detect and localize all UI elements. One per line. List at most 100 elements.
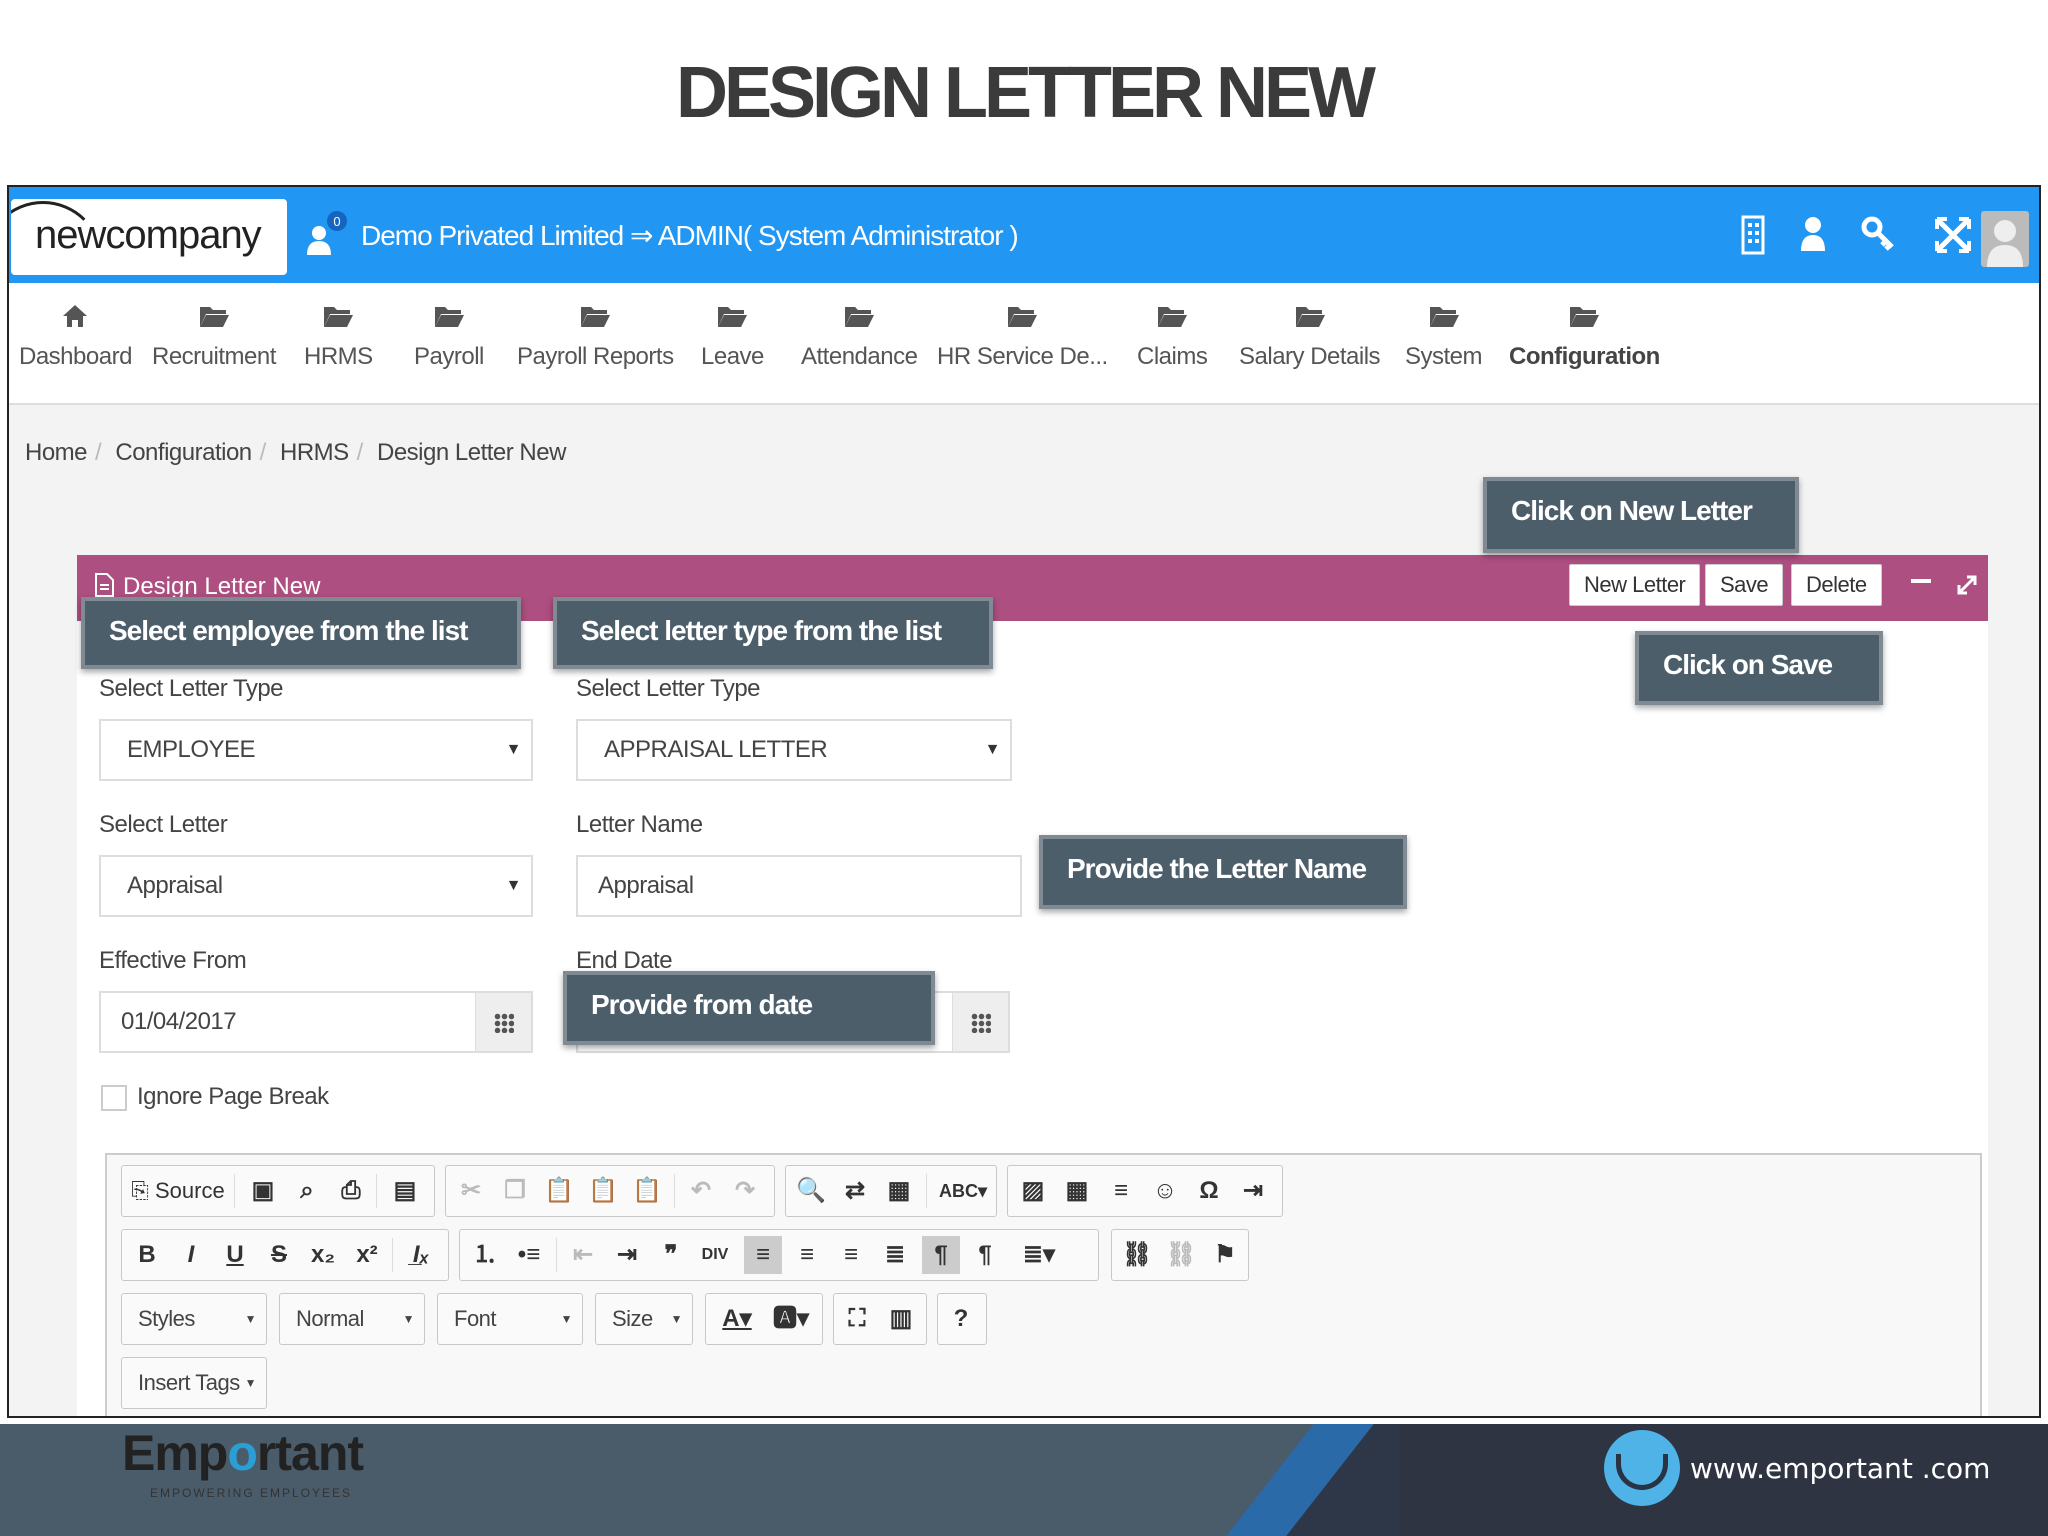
copy-icon[interactable]: ❐ (496, 1172, 534, 1210)
print-icon[interactable]: ⎙ (332, 1172, 370, 1210)
find-icon[interactable]: 🔍 (792, 1172, 830, 1210)
letter-name-label: Letter Name (576, 811, 703, 838)
templates-icon[interactable]: ▤ (386, 1172, 424, 1210)
page-break-icon[interactable]: ⇥ (1234, 1172, 1272, 1210)
paste-word-icon[interactable]: 📋 (628, 1172, 666, 1210)
rtl-icon[interactable]: ¶ (966, 1236, 1004, 1274)
bold-icon[interactable]: B (128, 1236, 166, 1274)
font-dropdown[interactable]: Font ▼ (437, 1293, 583, 1345)
folder-icon (718, 307, 748, 327)
strikethrough-icon[interactable]: S (260, 1236, 298, 1274)
delete-button[interactable]: Delete (1791, 564, 1882, 606)
select-all-icon[interactable]: ▦ (880, 1172, 918, 1210)
ignore-page-break-checkbox[interactable] (101, 1085, 127, 1111)
paste-icon[interactable]: 📋 (540, 1172, 578, 1210)
insert-tags-dropdown[interactable]: Insert Tags ▼ (121, 1357, 267, 1409)
maximize-icon[interactable]: ⛶ (838, 1300, 876, 1338)
breadcrumb-configuration[interactable]: Configuration (115, 439, 252, 466)
outdent-icon[interactable]: ⇤ (564, 1236, 602, 1274)
folder-icon (1008, 307, 1038, 327)
paste-text-icon[interactable]: 📋 (584, 1172, 622, 1210)
anchor-flag-icon[interactable]: ⚑ (1206, 1236, 1244, 1274)
building-icon[interactable] (1729, 211, 1777, 259)
effective-from-input[interactable]: 01/04/2017 (99, 991, 533, 1053)
remove-format-icon[interactable]: I̲ₓ (402, 1236, 440, 1274)
effective-from-label: Effective From (99, 947, 247, 974)
menu-item-dashboard[interactable]: Dashboard (19, 303, 132, 371)
align-left-icon[interactable]: ≡ (744, 1236, 782, 1274)
save-doc-icon[interactable]: ▣ (244, 1172, 282, 1210)
notifications-user-icon[interactable]: 0 (299, 211, 359, 261)
show-blocks-icon[interactable]: ▥ (882, 1300, 920, 1338)
source-button[interactable]: ⎘ Source (128, 1172, 228, 1210)
indent-icon[interactable]: ⇥ (608, 1236, 646, 1274)
menu-item-payroll[interactable]: Payroll (414, 303, 484, 371)
key-icon[interactable] (1854, 211, 1902, 259)
menu-item-payroll-reports[interactable]: Payroll Reports (517, 303, 674, 371)
fullscreen-icon[interactable] (1929, 211, 1977, 259)
ltr-icon[interactable]: ¶ (922, 1236, 960, 1274)
letter-name-input[interactable]: Appraisal (576, 855, 1022, 917)
calendar-icon[interactable] (475, 993, 531, 1051)
ignore-page-break-label: Ignore Page Break (137, 1083, 329, 1110)
align-center-icon[interactable]: ≡ (788, 1236, 826, 1274)
select-letter-label: Select Letter (99, 811, 228, 838)
user-icon[interactable] (1789, 211, 1837, 259)
styles-dropdown[interactable]: Styles ▼ (121, 1293, 267, 1345)
blockquote-icon[interactable]: ❞ (652, 1236, 690, 1274)
subscript-icon[interactable]: x₂ (304, 1236, 342, 1274)
breadcrumb-hrms[interactable]: HRMS (280, 439, 349, 466)
bulleted-list-icon[interactable]: •≡ (510, 1236, 548, 1274)
menu-item-recruitment[interactable]: Recruitment (152, 303, 276, 371)
avatar[interactable] (1981, 211, 2029, 267)
special-char-icon[interactable]: Ω (1190, 1172, 1228, 1210)
redo-icon[interactable]: ↷ (726, 1172, 764, 1210)
callout-save: Click on Save (1635, 631, 1883, 705)
menu-item-salary-details[interactable]: Salary Details (1239, 303, 1381, 371)
save-button[interactable]: Save (1705, 564, 1784, 606)
menu-item-attendance[interactable]: Attendance (801, 303, 918, 371)
new-letter-button[interactable]: New Letter (1569, 564, 1701, 606)
justify-icon[interactable]: ≣ (876, 1236, 914, 1274)
menu-item-hrms[interactable]: HRMS (304, 303, 373, 371)
menu-item-configuration[interactable]: Configuration (1509, 303, 1660, 371)
create-div-icon[interactable]: DIV (696, 1236, 734, 1274)
menu-item-hr-service-desk[interactable]: HR Service De... (937, 303, 1108, 371)
menu-item-system[interactable]: System (1405, 303, 1483, 371)
preview-icon[interactable]: ⌕ (288, 1172, 326, 1210)
italic-icon[interactable]: I (172, 1236, 210, 1274)
image-icon[interactable]: ▨ (1014, 1172, 1052, 1210)
source-icon: ⎘ (131, 1178, 149, 1203)
smiley-icon[interactable]: ☺ (1146, 1172, 1184, 1210)
superscript-icon[interactable]: x² (348, 1236, 386, 1274)
language-icon[interactable]: ≣▾ (1012, 1236, 1066, 1274)
spellcheck-icon[interactable]: ABC▾ (936, 1172, 990, 1210)
company-logo[interactable]: newcompany (11, 199, 287, 275)
link-icon[interactable]: ⛓ (1118, 1236, 1156, 1274)
folder-icon (845, 307, 875, 327)
replace-icon[interactable]: ⇄ (836, 1172, 874, 1210)
table-icon[interactable]: ▦ (1058, 1172, 1096, 1210)
size-dropdown[interactable]: Size ▼ (595, 1293, 693, 1345)
calendar-icon[interactable] (952, 993, 1008, 1051)
minimize-icon[interactable] (1911, 579, 1931, 583)
undo-icon[interactable]: ↶ (682, 1172, 720, 1210)
menu-item-claims[interactable]: Claims (1137, 303, 1208, 371)
horizontal-line-icon[interactable]: ≡ (1102, 1172, 1140, 1210)
select-letter-select[interactable]: Appraisal ▼ (99, 855, 533, 917)
expand-icon[interactable] (1955, 573, 1979, 602)
employee-select[interactable]: EMPLOYEE ▼ (99, 719, 533, 781)
unlink-icon[interactable]: ⛓ (1162, 1236, 1200, 1274)
format-dropdown[interactable]: Normal ▼ (279, 1293, 425, 1345)
menu-item-leave[interactable]: Leave (701, 303, 764, 371)
align-right-icon[interactable]: ≡ (832, 1236, 870, 1274)
letter-type-select[interactable]: APPRAISAL LETTER ▼ (576, 719, 1012, 781)
background-color-icon[interactable]: 🅰▾ (766, 1300, 816, 1338)
text-color-icon[interactable]: A▾ (712, 1300, 762, 1338)
cut-icon[interactable]: ✂ (452, 1172, 490, 1210)
underline-icon[interactable]: U (216, 1236, 254, 1274)
folder-icon (434, 307, 464, 327)
breadcrumb-home[interactable]: Home (25, 439, 88, 466)
numbered-list-icon[interactable]: ⒈ (466, 1236, 504, 1274)
help-icon[interactable]: ? (942, 1300, 980, 1338)
